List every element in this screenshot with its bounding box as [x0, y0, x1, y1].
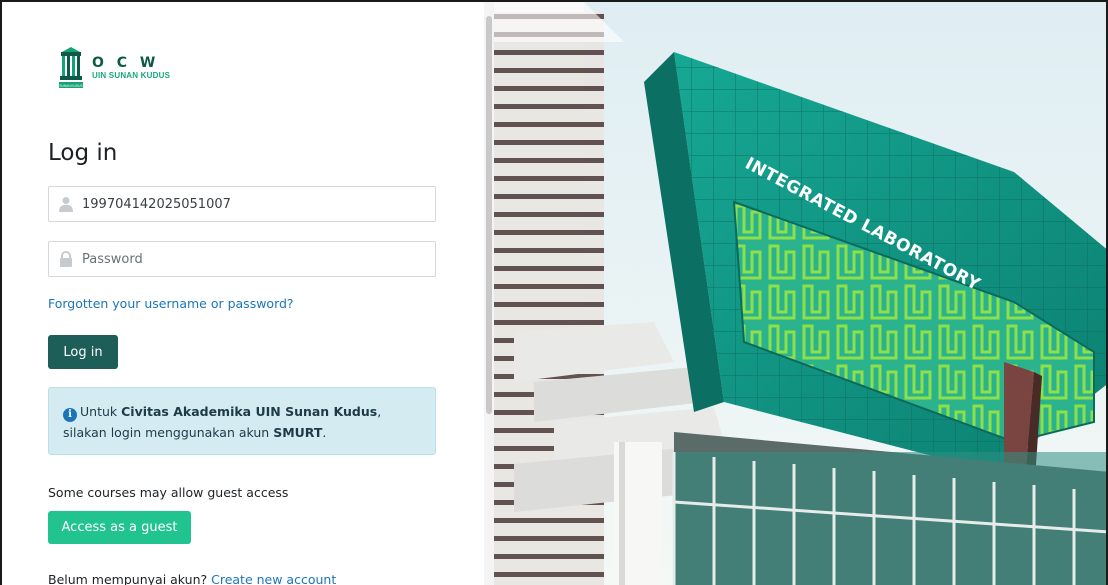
lock-icon [60, 251, 72, 267]
create-account-link[interactable]: Create new account [211, 572, 336, 585]
username-field[interactable] [48, 186, 436, 222]
info-text-part3: . [322, 425, 327, 440]
scrollbar[interactable] [484, 2, 494, 585]
site-logo[interactable]: SUNAN KUDUS O C W UIN SUNAN KUDUS [58, 45, 208, 91]
logo-text: O C W UIN SUNAN KUDUS [92, 56, 170, 80]
campus-building-photo: INTEGRATED LABORATORY [494, 2, 1106, 585]
password-field[interactable] [48, 241, 436, 277]
signup-prompt: Belum mempunyai akun? Create new account [48, 572, 336, 585]
info-text-part1: Untuk [80, 404, 122, 419]
guest-access-button[interactable]: Access as a guest [48, 511, 191, 544]
forgot-password-link[interactable]: Forgotten your username or password? [48, 296, 294, 311]
password-input[interactable] [82, 251, 422, 267]
login-panel: SUNAN KUDUS O C W UIN SUNAN KUDUS Log in… [2, 2, 484, 585]
logo-title: O C W [92, 55, 160, 71]
login-page: SUNAN KUDUS O C W UIN SUNAN KUDUS Log in… [0, 0, 1108, 585]
info-alert: i Untuk Civitas Akademika UIN Sunan Kudus… [48, 387, 436, 455]
building-illustration: INTEGRATED LABORATORY [494, 2, 1106, 585]
info-icon: i [63, 408, 77, 422]
page-title: Log in [48, 140, 118, 166]
logo-subtitle: UIN SUNAN KUDUS [92, 71, 171, 80]
user-icon [59, 197, 73, 212]
info-text-bold1: Civitas Akademika UIN Sunan Kudus [121, 404, 378, 419]
login-button[interactable]: Log in [48, 335, 118, 369]
signup-text: Belum mempunyai akun? [48, 572, 212, 585]
guest-access-label: Some courses may allow guest access [48, 485, 289, 500]
info-text-bold2: SMURT [273, 425, 323, 440]
scrollbar-thumb[interactable] [486, 16, 492, 414]
university-crest-icon: SUNAN KUDUS [59, 47, 83, 88]
username-input[interactable] [82, 196, 422, 212]
logo-mark-caption: SUNAN KUDUS [59, 84, 82, 88]
